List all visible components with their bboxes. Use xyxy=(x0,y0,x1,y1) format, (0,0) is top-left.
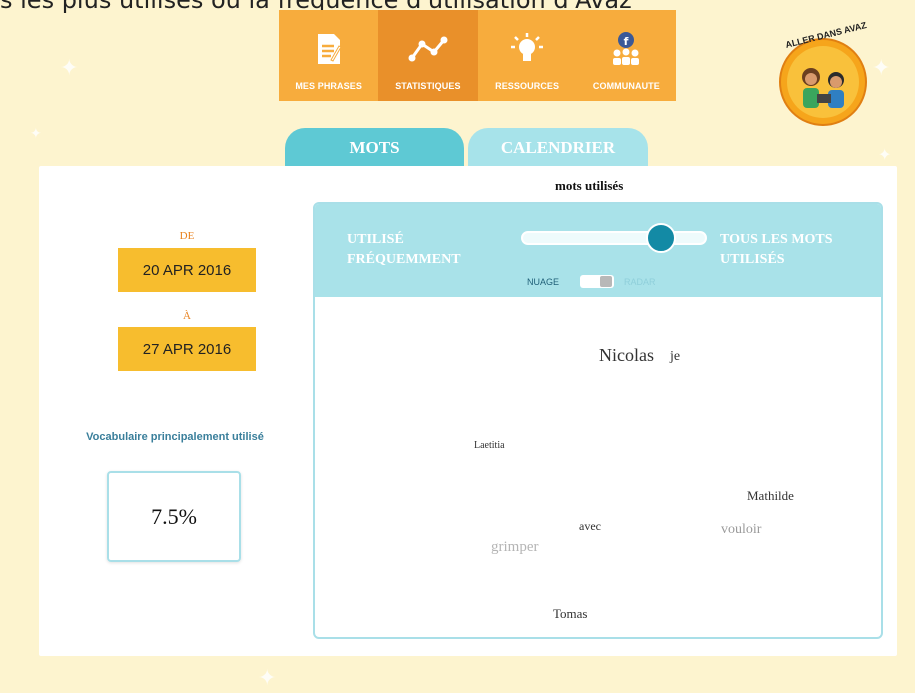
from-date-field[interactable]: 20 APR 2016 xyxy=(118,248,256,292)
chart-title: mots utilisés xyxy=(555,178,624,193)
toggle-radar-label[interactable]: RADAR xyxy=(624,277,656,287)
lightbulb-icon xyxy=(510,29,544,69)
cloud-word[interactable]: Tomas xyxy=(553,606,587,622)
to-date-field[interactable]: 27 APR 2016 xyxy=(118,327,256,371)
frequency-control-bar: UTILISÉ FRÉQUEMMENT TOUS LES MOTS UTILIS… xyxy=(315,204,881,297)
cloud-word[interactable]: avec xyxy=(579,519,601,534)
main-menu: MES PHRASES STATISTIQUES RESSOURCES f CO… xyxy=(279,10,676,101)
tab-calendrier[interactable]: CALENDRIER xyxy=(468,128,648,168)
svg-text:f: f xyxy=(624,35,629,48)
sparkle-decoration: ✦ xyxy=(258,665,277,690)
cloud-word[interactable]: grimper xyxy=(491,539,538,556)
from-date-label: DE xyxy=(179,230,195,242)
menu-item-mes-phrases[interactable]: MES PHRASES xyxy=(279,10,378,101)
cloud-word[interactable]: je xyxy=(670,349,680,365)
view-toggle-knob xyxy=(600,276,612,287)
community-icon: f xyxy=(608,29,644,69)
tab-mots[interactable]: MOTS xyxy=(285,128,464,168)
cloud-word[interactable]: Laetitia xyxy=(474,440,505,451)
cloud-word[interactable]: Nicolas xyxy=(599,345,654,366)
frequent-label: UTILISÉ xyxy=(347,232,404,247)
frequency-slider-track[interactable] xyxy=(521,231,707,245)
menu-label: STATISTIQUES xyxy=(395,81,461,91)
frequent-label-2: FRÉQUEMMENT xyxy=(347,252,461,267)
menu-label: RESSOURCES xyxy=(495,81,560,91)
document-icon xyxy=(316,29,342,69)
menu-label: MES PHRASES xyxy=(295,81,362,91)
all-words-label-2: UTILISÉS xyxy=(720,252,785,267)
to-date-label: À xyxy=(183,310,191,322)
sparkle-decoration: ✦ xyxy=(30,125,42,141)
chart-line-icon xyxy=(408,29,448,69)
word-cloud-panel: UTILISÉ FRÉQUEMMENT TOUS LES MOTS UTILIS… xyxy=(313,202,883,639)
vocabulary-label: Vocabulaire principalement utilisé xyxy=(86,431,264,443)
cloud-word[interactable]: Mathilde xyxy=(747,488,794,504)
sparkle-decoration: ✦ xyxy=(872,55,891,80)
vocabulary-percentage: 7.5% xyxy=(107,471,241,562)
all-words-label: TOUS LES MOTS xyxy=(720,232,833,247)
menu-label: COMMUNAUTE xyxy=(592,81,660,91)
menu-item-statistiques[interactable]: STATISTIQUES xyxy=(378,10,478,101)
sparkle-decoration: ✦ xyxy=(60,55,79,80)
cloud-word[interactable]: vouloir xyxy=(721,522,761,538)
sparkle-decoration: ✦ xyxy=(878,147,892,164)
toggle-nuage-label[interactable]: NUAGE xyxy=(527,277,559,287)
menu-item-ressources[interactable]: RESSOURCES xyxy=(478,10,577,101)
menu-item-communaute[interactable]: f COMMUNAUTE xyxy=(577,10,676,101)
frequency-slider-thumb[interactable] xyxy=(646,223,676,253)
